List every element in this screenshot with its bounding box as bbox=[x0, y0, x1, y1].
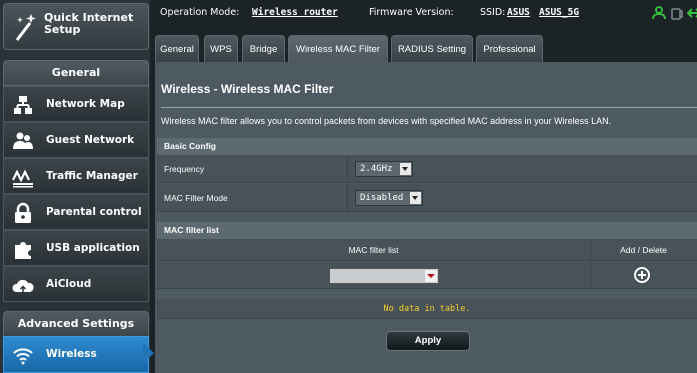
lock-icon bbox=[15, 202, 31, 223]
traffic-manager-icon bbox=[12, 169, 33, 188]
tab-wireless-mac-filter[interactable]: Wireless MAC Filter bbox=[288, 35, 388, 62]
chevron-down-icon[interactable] bbox=[400, 163, 411, 175]
quick-internet-setup-label: Quick Internet Setup bbox=[44, 11, 134, 36]
sidebar-item-label: Network Map bbox=[46, 98, 125, 110]
tab-general[interactable]: General bbox=[155, 35, 199, 62]
network-map-icon bbox=[14, 96, 32, 114]
mac-filter-mode-label: MAC Filter Mode bbox=[164, 193, 228, 203]
client-status-icon[interactable] bbox=[652, 6, 666, 20]
mac-table-header: MAC filter list Add / Delete bbox=[157, 239, 697, 261]
mac-filter-mode-row: MAC Filter Mode Disabled bbox=[157, 184, 697, 212]
general-section-header: General bbox=[3, 60, 149, 86]
sidebar-item-label: Traffic Manager bbox=[46, 170, 138, 182]
column-separator bbox=[590, 262, 591, 289]
guest-network-icon bbox=[13, 132, 33, 149]
column-header-mac-list: MAC filter list bbox=[348, 245, 399, 255]
row-separator bbox=[347, 184, 348, 212]
sidebar-item-guest-network[interactable]: Guest Network bbox=[3, 122, 149, 158]
mac-filter-mode-select[interactable]: Disabled bbox=[355, 190, 423, 206]
puzzle-icon bbox=[15, 242, 31, 259]
wand-icon bbox=[15, 14, 36, 41]
row-separator bbox=[347, 155, 348, 183]
frequency-value: 2.4GHz bbox=[360, 164, 393, 174]
status-bar: Operation Mode: Wireless router Firmware… bbox=[155, 0, 697, 26]
mac-filter-list-header: MAC filter list bbox=[157, 222, 697, 239]
sidebar: Quick Internet Setup General Network Map… bbox=[0, 0, 154, 373]
page-title: Wireless - Wireless MAC Filter bbox=[161, 82, 334, 96]
basic-config-header: Basic Config bbox=[157, 138, 697, 155]
ssid-label: SSID: bbox=[480, 7, 506, 18]
sidebar-item-network-map[interactable]: Network Map bbox=[3, 86, 149, 122]
tab-wps[interactable]: WPS bbox=[204, 35, 238, 62]
sidebar-item-label: Parental control bbox=[46, 206, 142, 218]
tab-professional[interactable]: Professional bbox=[476, 35, 543, 62]
sidebar-item-usb-application[interactable]: USB application bbox=[3, 230, 149, 266]
cloud-icon bbox=[12, 279, 34, 292]
frequency-label: Frequency bbox=[164, 164, 205, 174]
sidebar-item-traffic-manager[interactable]: Traffic Manager bbox=[3, 158, 149, 194]
mac-input-row bbox=[157, 262, 697, 289]
empty-table-message: No data in table. bbox=[157, 299, 697, 319]
operation-mode-label: Operation Mode: bbox=[160, 7, 240, 18]
frequency-select[interactable]: 2.4GHz bbox=[355, 161, 413, 177]
sidebar-item-label: USB application bbox=[46, 242, 140, 254]
column-header-add-delete: Add / Delete bbox=[620, 245, 667, 255]
title-divider bbox=[161, 107, 697, 108]
sidebar-item-label: Guest Network bbox=[46, 134, 135, 146]
page-description: Wireless MAC filter allows you to contro… bbox=[161, 116, 612, 126]
sidebar-item-parental-control[interactable]: Parental control bbox=[3, 194, 149, 230]
apply-button[interactable]: Apply bbox=[386, 331, 470, 351]
add-mac-button[interactable] bbox=[634, 267, 650, 283]
usb-status-icon[interactable] bbox=[670, 6, 684, 20]
active-item-pointer bbox=[143, 343, 154, 363]
wifi-icon bbox=[13, 348, 33, 365]
firmware-version-label: Firmware Version: bbox=[369, 7, 454, 18]
tab-bridge[interactable]: Bridge bbox=[242, 35, 285, 62]
mac-address-select[interactable] bbox=[329, 268, 439, 284]
tab-radius-setting[interactable]: RADIUS Setting bbox=[391, 35, 473, 62]
sidebar-item-label: AiCloud bbox=[46, 278, 92, 290]
sidebar-item-aicloud[interactable]: AiCloud bbox=[3, 266, 149, 302]
sidebar-item-label: Wireless bbox=[46, 348, 97, 360]
advanced-settings-header: Advanced Settings bbox=[3, 311, 149, 337]
ssid-24ghz-link[interactable]: ASUS bbox=[507, 7, 530, 18]
frequency-row: Frequency 2.4GHz bbox=[157, 155, 697, 183]
network-status-icon[interactable] bbox=[687, 6, 697, 20]
chevron-down-icon[interactable] bbox=[410, 192, 421, 204]
main-panel: Wireless - Wireless MAC Filter Wireless … bbox=[155, 62, 697, 373]
quick-internet-setup-button[interactable]: Quick Internet Setup bbox=[3, 3, 149, 50]
mac-filter-mode-value: Disabled bbox=[360, 193, 404, 203]
operation-mode-link[interactable]: Wireless router bbox=[252, 7, 338, 18]
chevron-down-icon[interactable] bbox=[425, 270, 437, 282]
ssid-5ghz-link[interactable]: ASUS_5G bbox=[539, 7, 579, 18]
sidebar-item-wireless[interactable]: Wireless bbox=[3, 336, 149, 373]
